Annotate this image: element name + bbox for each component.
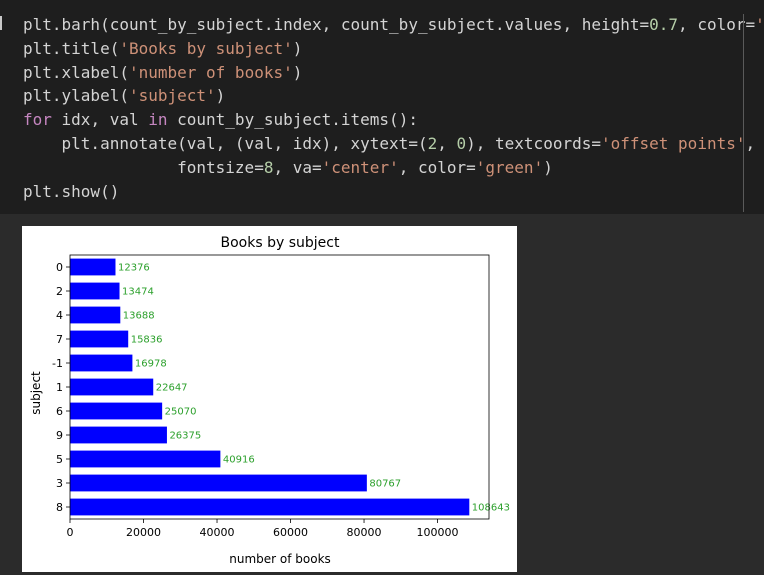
code-token: ) [292, 38, 303, 58]
chart-title: Books by subject [221, 235, 340, 251]
code-token: , color= [398, 157, 476, 177]
x-tick-label: 20000 [126, 526, 161, 539]
x-tick-label: 100000 [417, 526, 459, 539]
code-line: plt.annotate(val, (val, idx), xytext=(2,… [23, 132, 764, 156]
code-token: count_by_subject.items(): [167, 110, 418, 130]
bar-value-label: 15836 [131, 335, 163, 346]
y-tick-label: 1 [56, 381, 63, 394]
cell-border [743, 14, 744, 212]
bar [70, 378, 154, 396]
bar [70, 282, 120, 300]
x-tick-label: 40000 [200, 526, 235, 539]
code-token: 'green' [475, 157, 544, 177]
y-tick-label: 2 [56, 285, 63, 298]
code-token: 'blue' [755, 15, 764, 34]
y-tick-label: 6 [56, 405, 63, 418]
code-line: plt.xlabel('number of books') [23, 61, 764, 85]
code-cell[interactable]: plt.barh(count_by_subject.index, count_b… [0, 0, 764, 214]
cell-cursor-marker [0, 16, 2, 30]
code-token: , va= [273, 157, 322, 177]
code-token: plt.barh(count_by_subject.index, count_b… [23, 15, 650, 34]
code-token: 'subject' [128, 86, 216, 106]
x-tick-label: 0 [67, 526, 74, 539]
y-tick-label: 3 [56, 477, 63, 490]
code-token: 'center' [321, 157, 399, 177]
code-token: 'number of books' [128, 62, 293, 82]
bar-value-label: 40916 [223, 455, 255, 466]
y-tick-label: 5 [56, 453, 63, 466]
bar [70, 258, 116, 276]
bar-value-label: 108643 [472, 503, 510, 514]
code-token: plt.title( [23, 38, 120, 58]
code-token: plt.ylabel( [23, 86, 129, 106]
x-tick-label: 60000 [273, 526, 308, 539]
y-axis-label: subject [29, 371, 43, 415]
bar-value-label: 25070 [165, 407, 197, 418]
y-tick-label: 7 [56, 333, 63, 346]
bar [70, 306, 121, 324]
x-axis-label: number of books [229, 552, 331, 566]
code-token: , [745, 133, 756, 153]
x-tick-label: 80000 [347, 526, 382, 539]
code-line: fontsize=8, va='center', color='green') [23, 156, 764, 180]
code-token: ), textcoords= [466, 133, 601, 153]
y-tick-label: 8 [56, 501, 63, 514]
bar [70, 474, 367, 492]
bar-value-label: 13688 [123, 311, 155, 322]
bar-value-label: 22647 [156, 383, 188, 394]
bar-value-label: 12376 [118, 263, 150, 274]
code-token: 'Books by subject' [119, 38, 293, 58]
code-token: 2 [427, 133, 438, 153]
code-token: plt.xlabel( [23, 62, 129, 82]
bar-value-label: 16978 [135, 359, 167, 370]
y-tick-label: -1 [52, 357, 63, 370]
y-tick-label: 9 [56, 429, 63, 442]
code-line: plt.ylabel('subject') [23, 84, 764, 108]
code-token: , [437, 133, 457, 153]
code-token: plt.show() [23, 181, 120, 201]
bar-chart: Books by subject number of books subject… [29, 235, 510, 566]
code-line: for idx, val in count_by_subject.items()… [23, 108, 764, 132]
code-token: ) [215, 86, 226, 106]
bar [70, 330, 129, 348]
code-editor[interactable]: plt.barh(count_by_subject.index, count_b… [23, 13, 764, 203]
bar-value-label: 80767 [369, 479, 401, 490]
code-token: for [23, 110, 52, 130]
y-tick-label: 0 [56, 261, 63, 274]
code-token: fontsize= [23, 157, 264, 177]
chart-figure: Books by subject number of books subject… [22, 226, 517, 572]
code-token: ) [543, 157, 553, 177]
code-token: plt.annotate(val, (val, idx), xytext=( [23, 133, 428, 153]
bar [70, 402, 163, 420]
bar-value-label: 26375 [169, 431, 201, 442]
code-token: ) [292, 62, 303, 82]
bar [70, 450, 221, 468]
y-tick-label: 4 [56, 309, 63, 322]
bar [70, 354, 133, 372]
code-token: in [148, 110, 168, 130]
bar [70, 426, 167, 444]
code-token: 'offset points' [600, 133, 746, 153]
code-token: 0 [456, 133, 467, 153]
bar [70, 498, 470, 516]
bar-value-label: 13474 [122, 287, 154, 298]
code-token: idx, val [51, 110, 149, 130]
code-line: plt.barh(count_by_subject.index, count_b… [23, 13, 764, 37]
code-token: 0.7 [649, 15, 679, 34]
code-line: plt.title('Books by subject') [23, 37, 764, 61]
code-line: plt.show() [23, 180, 764, 204]
